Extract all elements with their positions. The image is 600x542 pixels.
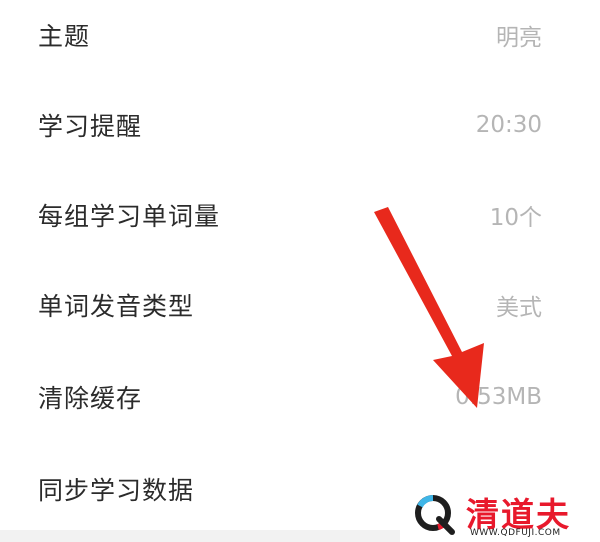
setting-row-words-per-group[interactable]: 每组学习单词量 10个 [0,170,600,260]
setting-row-clear-cache[interactable]: 清除缓存 0.53MB [0,352,600,442]
setting-label: 清除缓存 [38,384,143,413]
watermark: 清道夫 WWW.QDFUJI.COM [400,488,600,542]
setting-label: 主题 [38,22,91,51]
setting-label: 学习提醒 [38,112,143,141]
setting-label: 每组学习单词量 [38,202,221,231]
setting-row-pronunciation-type[interactable]: 单词发音类型 美式 [0,260,600,350]
setting-value: 明亮 [496,25,542,51]
setting-label: 同步学习数据 [38,476,195,505]
setting-value: 0.53MB [455,384,542,410]
setting-value: 10个 [489,205,542,231]
qdf-logo-icon [415,495,455,535]
setting-label: 单词发音类型 [38,292,195,321]
setting-value: 美式 [496,295,542,321]
setting-row-study-reminder[interactable]: 学习提醒 20:30 [0,80,600,170]
watermark-url: WWW.QDFUJI.COM [470,528,561,538]
setting-row-theme[interactable]: 主题 明亮 [0,0,600,80]
setting-value: 20:30 [475,112,542,138]
